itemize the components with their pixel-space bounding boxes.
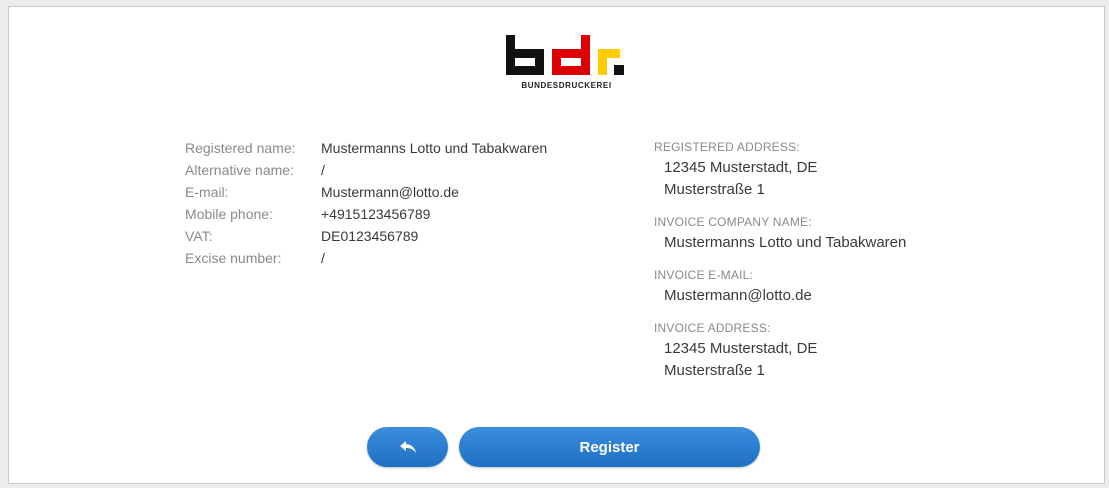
bdr-logo: BUNDESDRUCKEREI xyxy=(504,31,644,97)
invoice-company-section: INVOICE COMPANY NAME: Mustermanns Lotto … xyxy=(654,212,1074,254)
back-button[interactable] xyxy=(367,427,448,467)
registered-address-line1: 12345 Musterstadt, DE xyxy=(664,159,818,176)
invoice-address-section: INVOICE ADDRESS: 12345 Musterstadt, DE M… xyxy=(654,318,1074,382)
email-value: Mustermann@lotto.de xyxy=(321,184,459,200)
info-row-registered-name: Registered name: Mustermanns Lotto und T… xyxy=(185,137,625,159)
address-details: REGISTERED ADDRESS: 12345 Musterstadt, D… xyxy=(654,137,1074,393)
invoice-address-line1: 12345 Musterstadt, DE xyxy=(664,340,818,357)
invoice-company-value: Mustermanns Lotto und Tabakwaren xyxy=(664,234,907,251)
excise-number-value: / xyxy=(321,250,325,266)
info-row-vat: VAT: DE0123456789 xyxy=(185,225,625,247)
brand-name: BUNDESDRUCKEREI xyxy=(521,81,612,90)
info-row-excise-number: Excise number: / xyxy=(185,247,625,269)
alternative-name-label: Alternative name: xyxy=(185,162,294,178)
company-details: Registered name: Mustermanns Lotto und T… xyxy=(185,137,625,269)
alternative-name-value: / xyxy=(321,162,325,178)
register-button[interactable]: Register xyxy=(459,427,760,467)
excise-number-label: Excise number: xyxy=(185,250,282,266)
registration-summary-card: BUNDESDRUCKEREI Registered name: Musterm… xyxy=(8,6,1105,484)
registered-name-value: Mustermanns Lotto und Tabakwaren xyxy=(321,140,548,156)
vat-label: VAT: xyxy=(185,228,213,244)
email-label: E-mail: xyxy=(185,184,229,200)
registered-address-line2: Musterstraße 1 xyxy=(664,181,765,198)
registered-name-label: Registered name: xyxy=(185,140,296,156)
registered-address-section: REGISTERED ADDRESS: 12345 Musterstadt, D… xyxy=(654,137,1074,201)
mobile-phone-label: Mobile phone: xyxy=(185,206,273,222)
mobile-phone-value: +4915123456789 xyxy=(321,206,431,222)
vat-value: DE0123456789 xyxy=(321,228,419,244)
registered-address-label: REGISTERED ADDRESS: xyxy=(654,140,800,154)
info-row-alternative-name: Alternative name: / xyxy=(185,159,625,181)
reply-arrow-icon xyxy=(399,441,416,453)
info-row-email: E-mail: Mustermann@lotto.de xyxy=(185,181,625,203)
invoice-email-section: INVOICE E-MAIL: Mustermann@lotto.de xyxy=(654,265,1074,307)
invoice-email-value: Mustermann@lotto.de xyxy=(664,287,812,304)
invoice-address-line2: Musterstraße 1 xyxy=(664,362,765,379)
info-row-mobile-phone: Mobile phone: +4915123456789 xyxy=(185,203,625,225)
invoice-company-label: INVOICE COMPANY NAME: xyxy=(654,215,812,229)
invoice-address-label: INVOICE ADDRESS: xyxy=(654,321,771,335)
invoice-email-label: INVOICE E-MAIL: xyxy=(654,268,754,282)
bdr-logo-mark xyxy=(506,35,624,75)
